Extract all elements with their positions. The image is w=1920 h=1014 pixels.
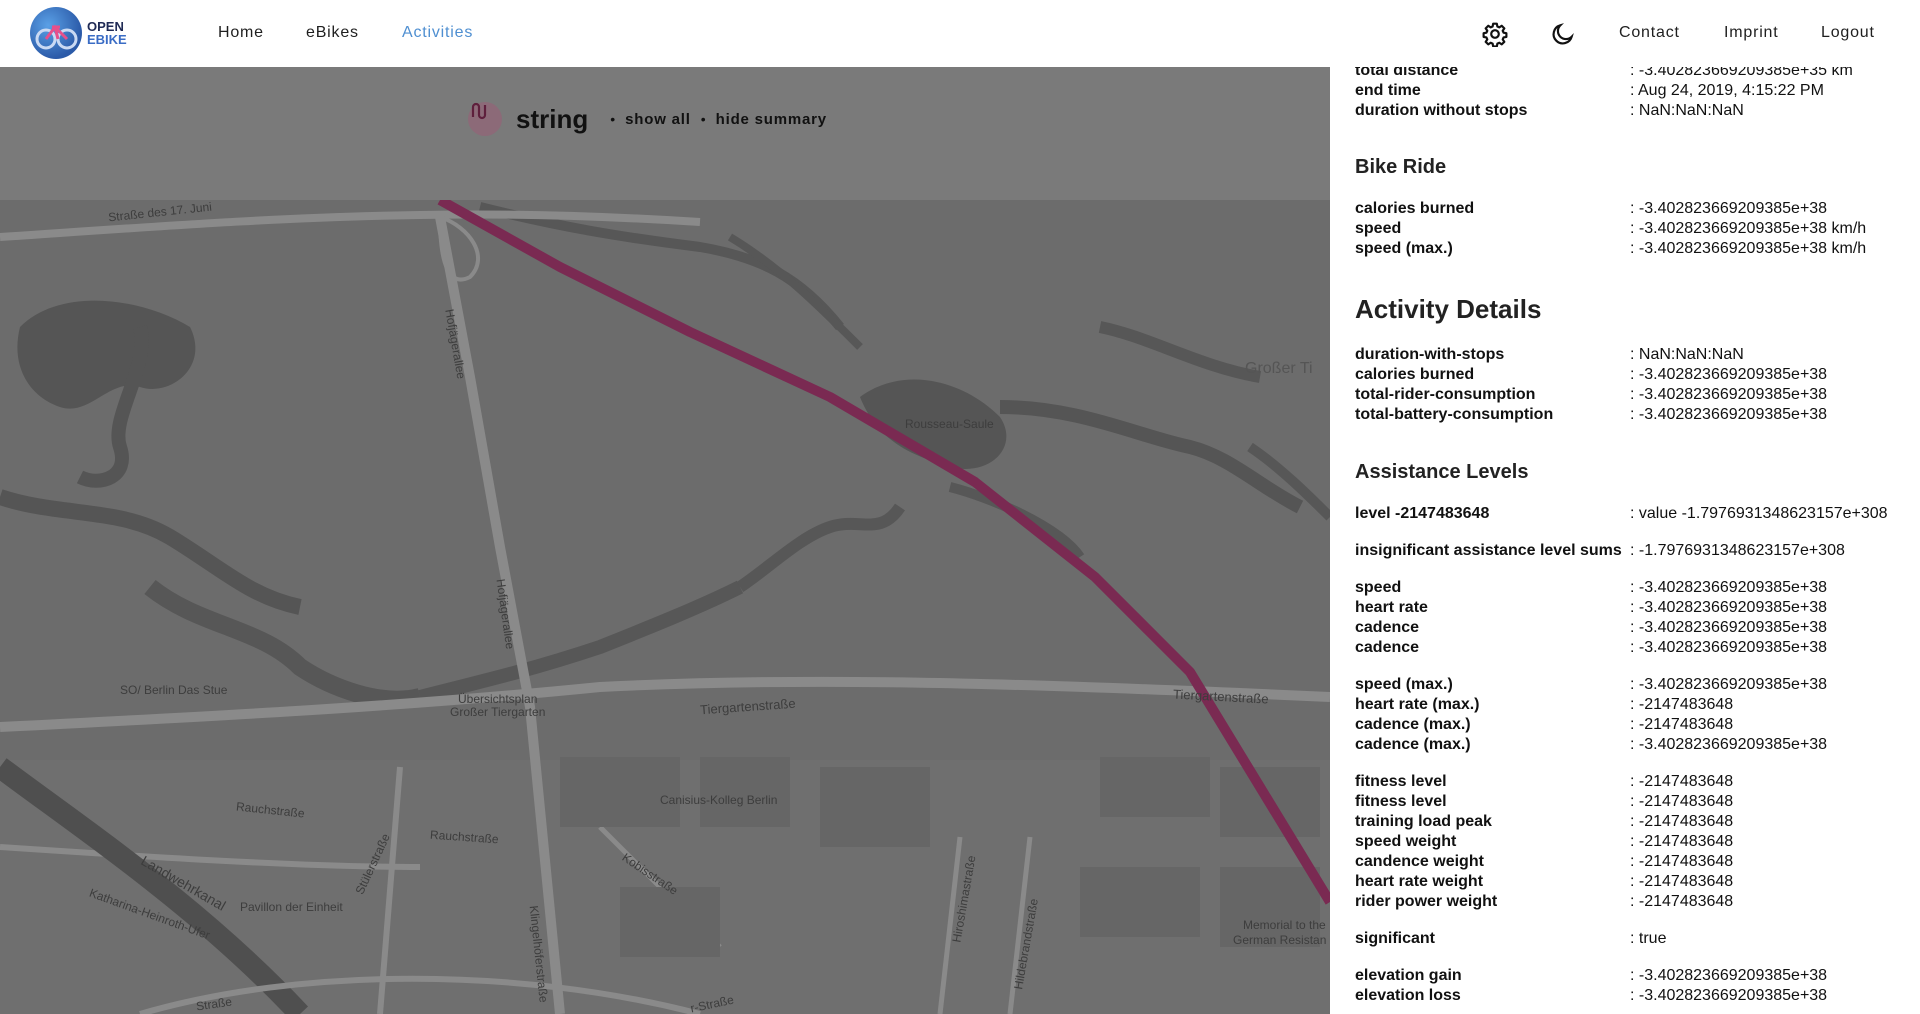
row-key: cadence (max.) xyxy=(1355,736,1471,753)
assistance-levels-heading: Assistance Levels xyxy=(1355,461,1529,483)
row-key: speed xyxy=(1355,220,1402,237)
row-value: : -2147483648 xyxy=(1630,893,1734,910)
map-label: German Resistan xyxy=(1233,933,1327,947)
row-value: : -3.402823669209385e+38 km/h xyxy=(1630,240,1867,257)
row-value: : -2147483648 xyxy=(1630,773,1734,790)
app-logo[interactable]: OPEN EBIKE xyxy=(30,6,130,60)
row-value: : -3.402823669209385e+38 xyxy=(1630,200,1828,217)
map-label: Memorial to the xyxy=(1243,918,1326,932)
row-value: : -3.402823669209385e+38 km/h xyxy=(1630,220,1867,237)
row-value: : -2147483648 xyxy=(1630,813,1734,830)
activity-title-bar: string • show all • hide summary xyxy=(468,101,827,137)
row-key: training load peak xyxy=(1355,813,1492,830)
row-key: heart rate weight xyxy=(1355,873,1484,890)
row-value: : -2147483648 xyxy=(1630,873,1734,890)
map-label: Übersichtsplan xyxy=(458,692,538,706)
row-key: total-rider-consumption xyxy=(1355,386,1536,403)
row-value: : NaN:NaN:NaN xyxy=(1630,102,1744,119)
row-key: total-battery-consumption xyxy=(1355,406,1554,423)
row-value: : true xyxy=(1630,930,1667,947)
row-key: calories burned xyxy=(1355,200,1475,217)
bike-logo-icon xyxy=(30,7,82,59)
nav-home[interactable]: Home xyxy=(218,24,264,42)
moon-icon[interactable] xyxy=(1550,21,1576,47)
gear-icon[interactable] xyxy=(1482,21,1508,48)
row-value: : -3.402823669209385e+38 xyxy=(1630,967,1828,984)
separator-dot: • xyxy=(700,111,706,127)
nav-logout[interactable]: Logout xyxy=(1821,24,1875,42)
route-map[interactable]: string • show all • hide summary Straße … xyxy=(0,67,1330,1014)
row-value: : -3.402823669209385e+38 xyxy=(1630,676,1828,693)
hide-summary-link[interactable]: hide summary xyxy=(716,111,827,128)
activity-name: string xyxy=(516,103,589,134)
row-key: end time xyxy=(1355,82,1421,99)
row-value: : -3.402823669209385e+38 xyxy=(1630,406,1828,423)
row-key: cadence xyxy=(1355,639,1420,656)
row-key: significant xyxy=(1355,930,1436,947)
row-value: : -3.402823669209385e+38 xyxy=(1630,736,1828,753)
nav-imprint[interactable]: Imprint xyxy=(1724,24,1779,42)
row-value: : -3.402823669209385e+38 xyxy=(1630,386,1828,403)
logo-text-ebike: EBIKE xyxy=(87,32,127,47)
row-value: : -3.402823669209385e+38 xyxy=(1630,987,1828,1004)
row-value: : -3.402823669209385e+38 xyxy=(1630,579,1828,596)
row-key: candence weight xyxy=(1355,853,1484,870)
map-label: SO/ Berlin Das Stue xyxy=(120,683,228,697)
row-value: : value -1.7976931348623157e+308 xyxy=(1630,505,1888,522)
show-all-link[interactable]: show all xyxy=(625,111,691,128)
row-value: : NaN:NaN:NaN xyxy=(1630,346,1744,363)
row-value: : -3.402823669209385e+38 xyxy=(1630,366,1828,383)
row-value: : Aug 24, 2019, 4:15:22 PM xyxy=(1630,82,1824,99)
row-key: insignificant assistance level sums xyxy=(1355,542,1622,559)
separator-dot: • xyxy=(610,111,616,127)
row-value: : -3.402823669209385e+35 km xyxy=(1630,67,1853,79)
activity-summary-panel[interactable]: total distance : -3.402823669209385e+35 … xyxy=(1330,67,1920,1014)
row-key: heart rate xyxy=(1355,599,1428,616)
route-icon xyxy=(468,102,502,136)
row-key: heart rate (max.) xyxy=(1355,696,1480,713)
row-value: : -2147483648 xyxy=(1630,696,1734,713)
row-key: cadence (max.) xyxy=(1355,716,1471,733)
row-key: elevation gain xyxy=(1355,967,1462,984)
row-key: total distance xyxy=(1355,67,1459,79)
row-key: speed weight xyxy=(1355,833,1457,850)
row-key: level -2147483648 xyxy=(1355,505,1490,522)
top-navbar: OPEN EBIKE Home eBikes Activities Contac… xyxy=(0,0,1920,67)
map-label: Canisius-Kolleg Berlin xyxy=(660,793,778,807)
bike-ride-heading: Bike Ride xyxy=(1355,156,1447,178)
row-key: cadence xyxy=(1355,619,1420,636)
row-value: : -2147483648 xyxy=(1630,793,1734,810)
map-label: Pavillon der Einheit xyxy=(240,900,343,914)
row-value: : -2147483648 xyxy=(1630,833,1734,850)
nav-ebikes[interactable]: eBikes xyxy=(306,24,359,42)
row-key: fitness level xyxy=(1355,773,1447,790)
row-value: : -3.402823669209385e+38 xyxy=(1630,639,1828,656)
row-key: speed xyxy=(1355,579,1402,596)
row-key: speed (max.) xyxy=(1355,240,1453,257)
row-key: calories burned xyxy=(1355,366,1475,383)
nav-activities[interactable]: Activities xyxy=(402,24,473,42)
row-value: : -3.402823669209385e+38 xyxy=(1630,599,1828,616)
row-value: : -3.402823669209385e+38 xyxy=(1630,619,1828,636)
map-label: Großer Tiergarten xyxy=(450,705,546,719)
row-key: duration without stops xyxy=(1355,102,1528,119)
row-key: speed (max.) xyxy=(1355,676,1453,693)
row-key: fitness level xyxy=(1355,793,1447,810)
row-value: : -1.7976931348623157e+308 xyxy=(1630,542,1845,559)
activity-details-heading: Activity Details xyxy=(1355,294,1542,324)
nav-contact[interactable]: Contact xyxy=(1619,24,1680,42)
row-value: : -2147483648 xyxy=(1630,853,1734,870)
map-label: Rousseau-Saule xyxy=(905,417,994,431)
row-key: rider power weight xyxy=(1355,893,1498,910)
row-key: elevation loss xyxy=(1355,987,1461,1004)
row-value: : -2147483648 xyxy=(1630,716,1734,733)
map-label: Großer Ti xyxy=(1245,360,1313,377)
row-key: duration-with-stops xyxy=(1355,346,1505,363)
